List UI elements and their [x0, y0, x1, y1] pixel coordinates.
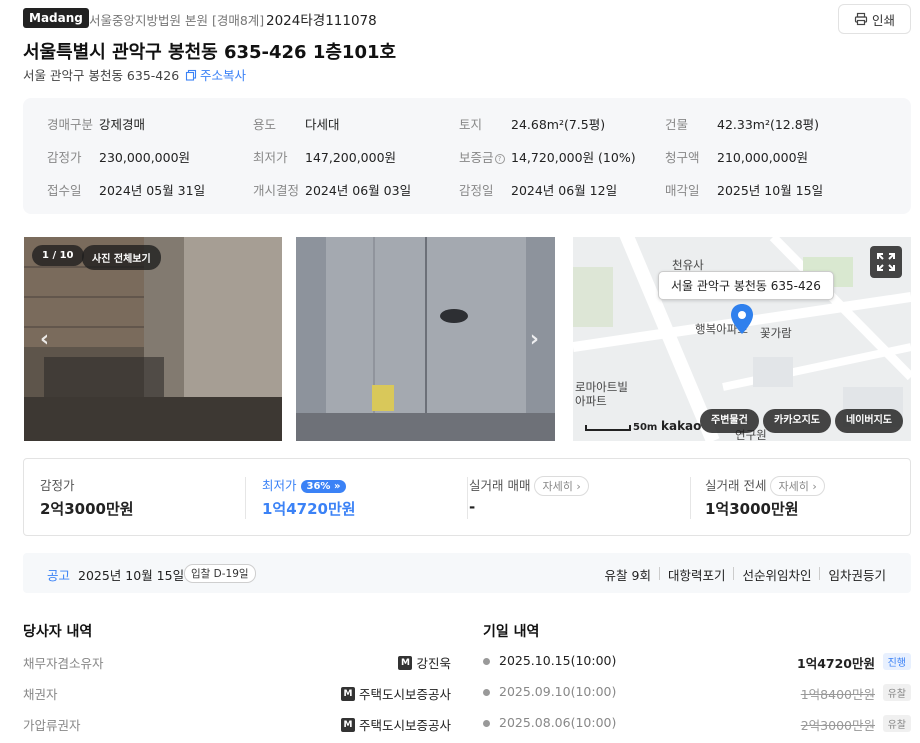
bullet-icon [483, 658, 490, 665]
copy-address-button[interactable]: 주소복사 [185, 65, 246, 84]
print-label: 인쇄 [871, 12, 895, 28]
brand-badge: Madang [23, 8, 89, 28]
map-scale-bar [585, 425, 631, 431]
info-appraisal: 감정가 230,000,000원 [47, 150, 191, 165]
kakao-map-button[interactable]: 카카오지도 [763, 409, 831, 433]
bullet-icon [483, 689, 490, 696]
property-photo-1[interactable]: 1 / 10 사진 전체보기 ‹ [24, 237, 282, 441]
schedule-title: 기일 내역 [483, 624, 540, 640]
info-panel: 경매구분 강제경매 용도 다세대 토지 24.68m²(7.5평) 건물 42.33m²… [23, 98, 911, 214]
price-minimum: 최저가 36% » 1억4720만원 [262, 478, 356, 518]
info-closing: 매각일 2025년 10월 15일 [665, 183, 824, 198]
info-appraised: 감정일 2024년 06월 12일 [459, 183, 618, 198]
status-badge: 유찰 [882, 715, 911, 732]
naver-map-button[interactable]: 네이버지도 [835, 409, 903, 433]
price-summary: 감정가 2억3000만원 최저가 36% » 1억4720만원 실거래 매매 자세히… [23, 458, 911, 536]
real-sale-detail-button[interactable]: 자세히 › [534, 476, 589, 496]
map-scale-label: 50m [633, 422, 658, 433]
member-icon: M [340, 717, 355, 732]
party-row: 채무자겸소유자 M 강진욱 [23, 655, 451, 671]
divider [819, 567, 821, 580]
status-badge: 유찰 [882, 684, 911, 701]
price-real-sale: 실거래 매매 자세히 › - [469, 459, 689, 535]
chevron-left-icon[interactable]: ‹ [40, 327, 49, 352]
status-badge: 진행 [882, 653, 911, 670]
tag-senior-tenant[interactable]: 선순위임차인 [742, 565, 811, 584]
expand-icon [877, 253, 895, 271]
divider [690, 477, 691, 519]
door-image [296, 237, 555, 441]
schedule-row: 2025.08.06(10:00) 2억3000만원 유찰 [483, 715, 911, 735]
header-row: Madang 서울중앙지방법원 본원 [경매8계] 2024타경111078 인… [23, 4, 911, 34]
map-expand-button[interactable] [870, 246, 902, 278]
view-all-photos-button[interactable]: 사진 전체보기 [82, 245, 161, 270]
info-commenced: 개시결정 2024년 06월 03일 [253, 183, 412, 198]
price-appraisal: 감정가 2억3000만원 [40, 478, 134, 518]
tag-lease-registration[interactable]: 임차권등기 [828, 565, 886, 584]
map-provider-logo: kakao [661, 419, 702, 433]
photo-counter: 1 / 10 [32, 245, 84, 266]
court-name: 서울중앙지방법원 본원 [경매8계] [89, 13, 265, 28]
info-usage: 용도 다세대 [253, 117, 340, 132]
discount-badge: 36% » [300, 480, 347, 493]
price-real-lease: 실거래 전세 자세히 › 1억3000만원 [705, 459, 905, 535]
bullet-icon [483, 720, 490, 727]
copy-address-label: 주소복사 [200, 68, 247, 83]
schedule-row: 2025.10.15(10:00) 1억4720만원 진행 [483, 653, 911, 673]
page-title: 서울특별시 관악구 봉천동 635-426 1층101호 [23, 42, 397, 63]
tag-waiver[interactable]: 대항력포기 [668, 565, 726, 584]
divider [733, 567, 735, 580]
divider [245, 477, 246, 519]
info-auction-type: 경매구분 강제경매 [47, 117, 146, 132]
printer-icon [854, 12, 868, 26]
party-row: 가압류권자 M 주택도시보증공사 [23, 717, 451, 733]
notice-label: 공고 [47, 568, 71, 583]
real-lease-detail-button[interactable]: 자세히 › [770, 476, 825, 496]
info-land: 토지 24.68m²(7.5평) [459, 117, 606, 132]
map-address-label: 서울 관악구 봉천동 635-426 [658, 271, 834, 300]
chevron-right-icon[interactable]: › [530, 327, 539, 352]
notice-bar: 공고 2025년 10월 15일 입찰 D-19일 유찰 9회 대항력포기 선순… [23, 553, 911, 593]
copy-icon [185, 69, 197, 81]
member-icon: M [340, 686, 355, 701]
divider [467, 477, 468, 519]
location-map[interactable]: 천유사 행복아파트 꽃가람 로마아트빌 아파트 연구원 서울 관악구 봉천동 6… [573, 237, 911, 441]
map-place-label: 아파트 [575, 394, 607, 408]
double-chevron-down-icon: » [333, 481, 341, 492]
info-building: 건물 42.33m²(12.8평) [665, 117, 820, 132]
tag-fail-count[interactable]: 유찰 9회 [605, 565, 651, 584]
info-deposit: 보증금? 14,720,000원 (10%) [459, 150, 636, 165]
divider [658, 567, 660, 580]
notice-date: 2025년 10월 15일 [78, 568, 185, 583]
print-button[interactable]: 인쇄 [838, 4, 911, 34]
info-minimum: 최저가 147,200,000원 [253, 150, 397, 165]
info-received: 접수일 2024년 05월 31일 [47, 183, 206, 198]
info-claim: 청구액 210,000,000원 [665, 150, 809, 165]
nearby-items-button[interactable]: 주변물건 [700, 409, 759, 433]
map-marker-icon [731, 304, 753, 334]
d-day-badge: 입찰 D-19일 [184, 564, 256, 583]
map-place-label: 꽃가람 [760, 326, 792, 340]
case-number: 2024타경111078 [266, 13, 377, 29]
member-icon: M [398, 655, 413, 670]
address-text: 서울 관악구 봉천동 635-426 [23, 68, 180, 83]
notice-tags: 유찰 9회 대항력포기 선순위임차인 임차권등기 [605, 565, 886, 584]
schedule-row: 2025.09.10(10:00) 1억8400만원 유찰 [483, 684, 911, 704]
parties-title: 당사자 내역 [23, 624, 93, 640]
party-row: 채권자 M 주택도시보증공사 [23, 686, 451, 702]
help-icon[interactable]: ? [494, 154, 505, 164]
property-photo-2[interactable]: › [296, 237, 555, 441]
